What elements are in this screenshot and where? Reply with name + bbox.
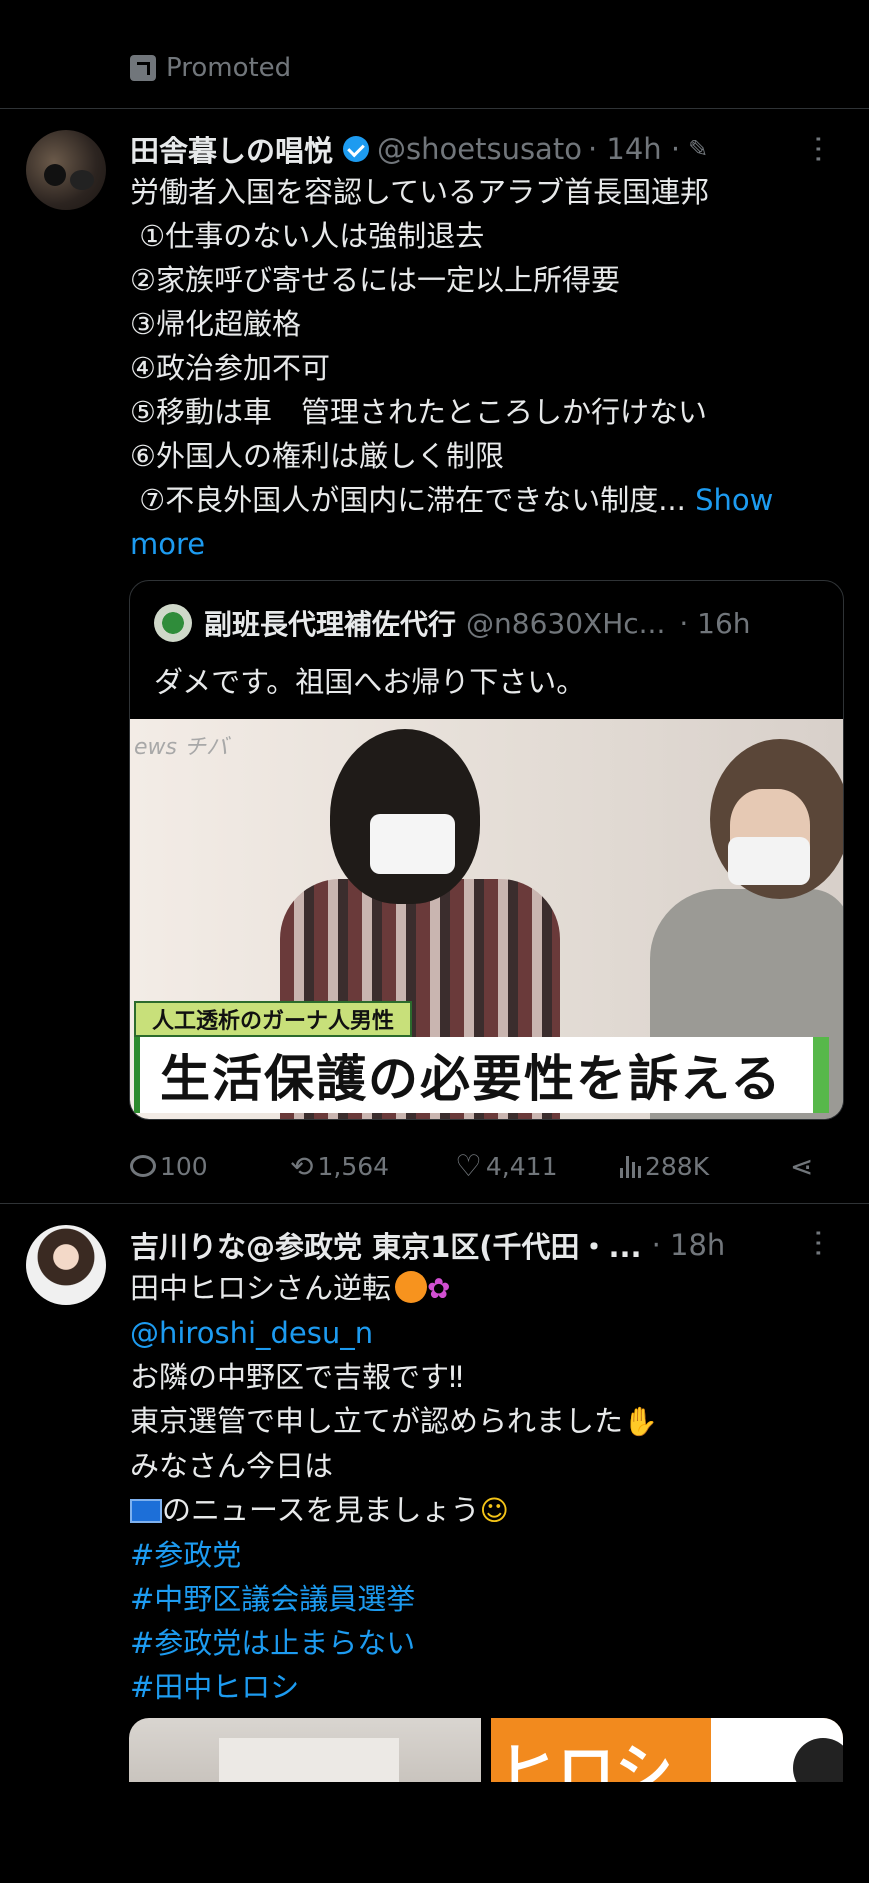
reply-button[interactable]: 100 (130, 1152, 290, 1181)
heart-icon: ♡ (455, 1148, 482, 1184)
views-icon (620, 1154, 641, 1178)
retweet-count: 1,564 (317, 1151, 390, 1181)
quoted-tweet[interactable]: 副班長代理補佐代行 @n8630XHc... · 16h ダメです。祖国へお帰り… (129, 580, 844, 1120)
quote-handle: @n8630XHc... (466, 606, 666, 640)
show-more-link-cont[interactable]: more (130, 527, 205, 561)
laughing-emoji-icon: ☺ (479, 1494, 509, 1527)
caption-main: 生活保護の必要性を訴える (134, 1037, 829, 1113)
tweet-text: 田中ヒロシさん逆転 ✿ @hiroshi_desu_n お隣の中野区で吉報です‼︎… (130, 1266, 850, 1709)
like-button[interactable]: ♡ 4,411 (455, 1149, 620, 1184)
quote-author-name: 副班長代理補佐代行 (204, 608, 457, 641)
tweet-line: ①仕事のない人は強制退去 (130, 219, 485, 253)
tweet-header: 吉川りな@参政党 東京1区(千代田・... · 18h (130, 1222, 725, 1268)
computer-emoji-icon (130, 1499, 162, 1523)
orange-circle-emoji-icon (395, 1271, 428, 1303)
share-icon: ⋖ (790, 1149, 814, 1183)
tweet-time[interactable]: · 18h (652, 1228, 726, 1262)
tweet-line: 田中ヒロシさん逆転 (130, 1271, 392, 1305)
more-options-icon[interactable]: ⋯ (801, 134, 836, 164)
avatar[interactable] (26, 130, 106, 210)
tweet-media-1[interactable] (129, 1718, 481, 1782)
retweet-button[interactable]: ⟲ 1,564 (290, 1150, 455, 1183)
tweet-line: 労働者入国を容認しているアラブ首長国連邦 (130, 175, 710, 209)
tweet-line: ⑤移動は車 管理されたところしか行けない (130, 395, 707, 429)
quote-avatar (154, 604, 192, 642)
hashtag-link[interactable]: #参政党 (130, 1538, 241, 1572)
mention-link[interactable]: @hiroshi_desu_n (130, 1316, 373, 1350)
tweet-line: ③帰化超厳格 (130, 307, 301, 341)
divider (0, 108, 869, 109)
tweet-text: 労働者入国を容認しているアラブ首長国連邦 ①仕事のない人は強制退去 ②家族呼び寄… (130, 170, 850, 566)
author-name[interactable]: 田舎暮しの唱悦 (130, 128, 333, 170)
tweet-line: ⑥外国人の権利は厳しく制限 (130, 439, 504, 473)
hashtag-link[interactable]: #中野区議会議員選挙 (130, 1582, 415, 1616)
show-more-link[interactable]: Show (695, 483, 773, 517)
media-text: ヒロシ (499, 1737, 674, 1782)
author-handle[interactable]: @shoetsusato (377, 132, 582, 166)
views-button[interactable]: 288K (620, 1152, 790, 1181)
retweet-icon: ⟲ (290, 1149, 314, 1183)
tweet-media-2[interactable]: ヒロシ (491, 1718, 843, 1782)
avatar[interactable] (26, 1225, 106, 1305)
tweet-line: ④政治参加不可 (130, 351, 330, 385)
share-button[interactable]: ⋖ (790, 1150, 813, 1183)
tweet-line: ②家族呼び寄せるには一定以上所得要 (130, 263, 620, 297)
edited-pencil-icon: ✎ (688, 135, 709, 163)
views-count: 288K (645, 1151, 710, 1181)
hashtag-link[interactable]: #参政党は止まらない (130, 1626, 415, 1660)
tweet-actions: 100 ⟲ 1,564 ♡ 4,411 288K ⋖ (130, 1143, 830, 1189)
quote-image[interactable]: ews チバ 人工透析のガーナ人男性 生活保護の必要性を訴える (130, 719, 843, 1119)
author-name[interactable]: 吉川りな@参政党 東京1区(千代田・... (130, 1224, 642, 1266)
face-mask (728, 837, 810, 885)
tweet-line: のニュースを見ましょう (162, 1493, 480, 1527)
more-options-icon[interactable]: ⋯ (801, 1228, 836, 1258)
like-count: 4,411 (485, 1151, 558, 1181)
hashtag-link[interactable]: #田中ヒロシ (130, 1670, 299, 1704)
promoted-label: Promoted (130, 48, 291, 88)
promoted-text: Promoted (166, 53, 292, 83)
tweet-line: お隣の中野区で吉報です‼︎ (130, 1360, 464, 1394)
tweet-line: みなさん今日は (130, 1449, 334, 1483)
quote-time: · 16h (679, 606, 751, 640)
sparkle-emoji-icon: ✿ (427, 1272, 451, 1305)
tweet-line-text: ⑦不良外国人が国内に滞在できない制度... (130, 483, 686, 517)
tweet-line: 東京選管で申し立てが認められました (130, 1404, 624, 1438)
reply-icon (130, 1155, 156, 1177)
tweet-line-last: ⑦不良外国人が国内に滞在できない制度... Show (130, 478, 850, 522)
reply-count: 100 (160, 1151, 208, 1181)
clapping-hands-emoji-icon: ✋ (623, 1405, 658, 1438)
face-mask (370, 814, 455, 874)
image-watermark: ews チバ (134, 735, 228, 760)
quote-text: ダメです。祖国へお帰り下さい。 (154, 665, 586, 699)
divider (0, 1203, 869, 1204)
tweet-header: 田舎暮しの唱悦 @shoetsusato · 14h · ✎ (130, 126, 708, 172)
caption-small: 人工透析のガーナ人男性 (134, 1001, 413, 1037)
verified-badge-icon (343, 136, 370, 162)
tweet-time[interactable]: · 14h · (588, 132, 680, 166)
promoted-arrow-icon (130, 55, 156, 81)
quote-header: 副班長代理補佐代行 @n8630XHc... · 16h (154, 603, 751, 643)
